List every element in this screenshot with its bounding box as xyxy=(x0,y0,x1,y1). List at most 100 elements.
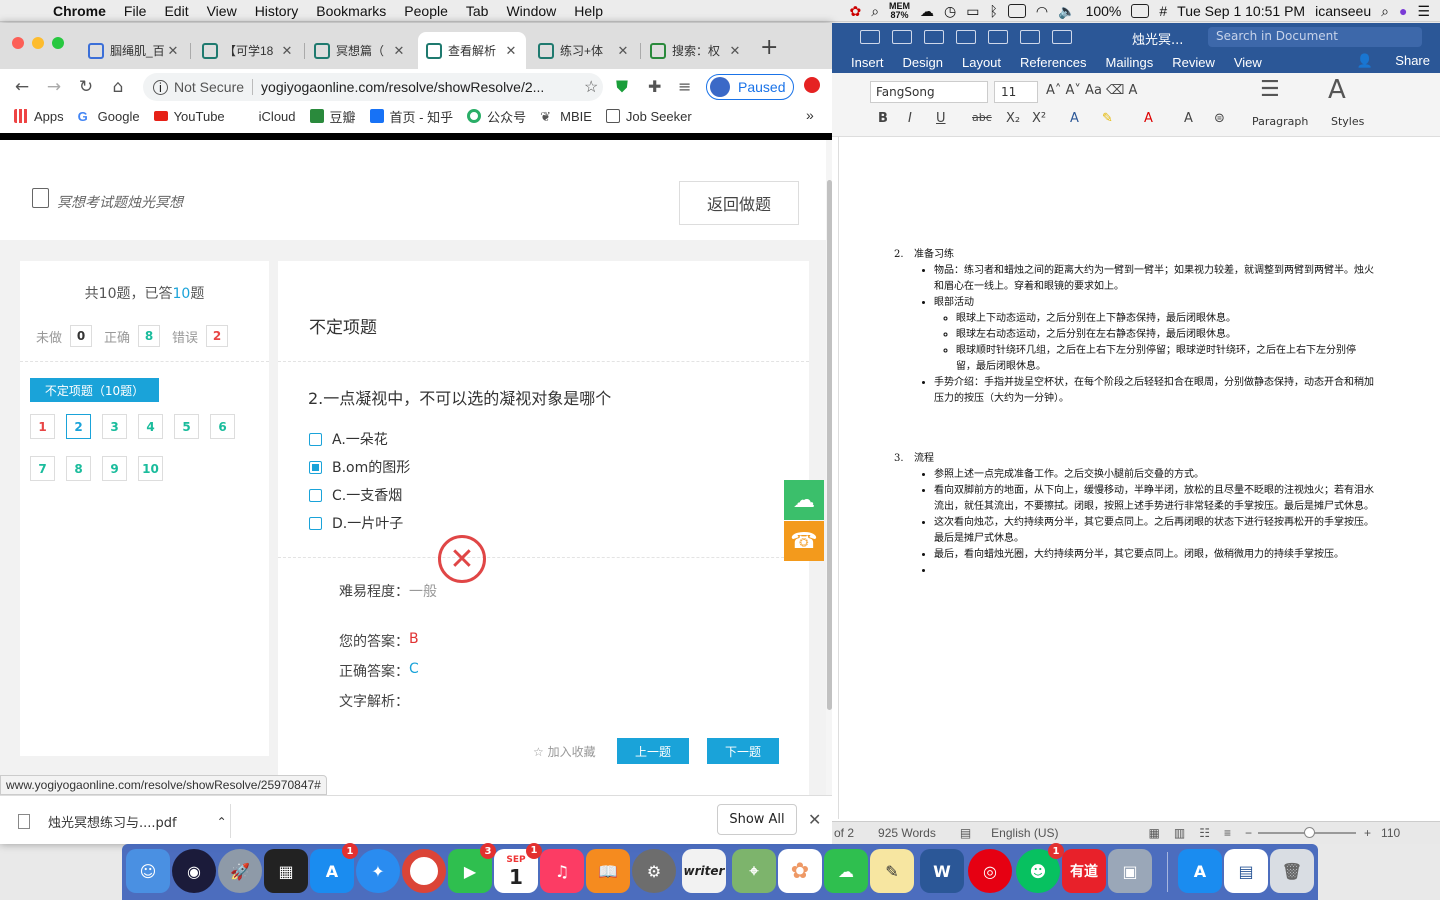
wechat-status-icon[interactable]: ☁ xyxy=(920,3,934,20)
menu-view[interactable]: View xyxy=(198,3,246,19)
word-icon[interactable]: W xyxy=(920,849,964,893)
books-icon[interactable]: 📖 xyxy=(586,849,630,893)
wechat-green-icon[interactable]: ☻ 1 xyxy=(1016,843,1064,893)
status-app-icon[interactable]: ✿ xyxy=(849,3,861,20)
option-a[interactable]: A.一朵花 xyxy=(309,429,388,449)
word-tab-review[interactable]: Review xyxy=(1172,55,1215,70)
bookmark-gongzhonghao[interactable]: 公众号 xyxy=(467,107,526,126)
menu-people[interactable]: People xyxy=(395,3,457,19)
menu-app-name[interactable]: Chrome xyxy=(44,3,115,19)
minimize-window-button[interactable] xyxy=(32,37,44,49)
paragraph-icon[interactable]: ☰ xyxy=(1260,77,1280,102)
save-icon[interactable] xyxy=(892,30,912,44)
question-number-5[interactable]: 5 xyxy=(174,414,199,439)
calendar-icon[interactable]: SEP 1 1 xyxy=(494,843,542,893)
checkbox-checked[interactable] xyxy=(309,460,322,474)
word-page[interactable]: 2. 准备习练 物品：练习者和蜡烛之间的距离大约为一臂到一臂半；如果视力较差，就调… xyxy=(838,137,1440,819)
show-all-downloads-button[interactable]: Show All xyxy=(717,804,797,835)
close-window-button[interactable] xyxy=(12,37,24,49)
superscript-icon[interactable]: X² xyxy=(1032,111,1046,126)
close-tab-icon[interactable]: ✕ xyxy=(504,43,518,59)
print-layout-icon[interactable]: ▦ xyxy=(1149,826,1160,840)
menu-window[interactable]: Window xyxy=(497,3,565,19)
reload-icon[interactable]: ↻ xyxy=(70,77,102,97)
siri-icon[interactable]: ◉ xyxy=(172,849,216,893)
draft-icon[interactable]: ≡ xyxy=(1224,826,1231,840)
system-preferences-icon[interactable]: ⚙ xyxy=(632,849,676,893)
home-icon[interactable]: ⌂ xyxy=(102,77,134,97)
back-to-quiz-button[interactable]: 返回做题 xyxy=(679,181,799,225)
word-tab-layout[interactable]: Layout xyxy=(962,55,1001,70)
netease-music-icon[interactable]: ◎ xyxy=(968,849,1012,893)
print-icon[interactable] xyxy=(988,30,1008,44)
memory-meter[interactable]: MEM 87% xyxy=(889,2,910,20)
back-arrow-icon[interactable]: ← xyxy=(6,77,38,97)
word-tab-view[interactable]: View xyxy=(1234,55,1262,70)
extensions-puzzle-icon[interactable]: ✚ xyxy=(648,77,661,96)
browser-tab[interactable]: 腘绳肌_百 ✕ xyxy=(80,32,188,69)
question-number-8[interactable]: 8 xyxy=(66,456,91,481)
wechat-float-button[interactable]: ☁ xyxy=(784,480,824,520)
redo-icon[interactable] xyxy=(956,30,976,44)
edit-icon[interactable] xyxy=(1020,30,1040,44)
word-tab-references[interactable]: References xyxy=(1020,55,1086,70)
styles-label[interactable]: Styles xyxy=(1331,115,1364,128)
time-machine-icon[interactable]: ◷ xyxy=(944,3,956,20)
browser-tab[interactable]: 【可学18 ✕ xyxy=(194,32,302,69)
italic-icon[interactable]: I xyxy=(908,111,912,126)
highlight-icon[interactable]: ✎ xyxy=(1102,111,1113,126)
menu-edit[interactable]: Edit xyxy=(155,3,197,19)
underline-icon[interactable]: U xyxy=(936,111,946,126)
menu-history[interactable]: History xyxy=(246,3,308,19)
adblock-shield-icon[interactable]: ⛊ xyxy=(616,77,628,97)
text-effects-icon[interactable]: A xyxy=(1070,111,1079,126)
word-tab-mailings[interactable]: Mailings xyxy=(1106,55,1154,70)
option-b[interactable]: B.om的图形 xyxy=(309,457,410,477)
menu-tab[interactable]: Tab xyxy=(457,3,498,19)
document-body[interactable]: 2. 准备习练 物品：练习者和蜡烛之间的距离大约为一臂到一臂半；如果视力较差，就调… xyxy=(894,247,1374,579)
proofing-icon[interactable]: ▤ xyxy=(960,826,971,840)
bluetooth-icon[interactable]: ᛒ xyxy=(990,3,998,19)
textedit-icon[interactable]: ✎ xyxy=(870,849,914,893)
photos-icon[interactable]: ✿ xyxy=(778,849,822,893)
bold-icon[interactable]: B xyxy=(878,111,888,126)
zoom-out-button[interactable]: − xyxy=(1245,826,1252,840)
safari-icon[interactable]: ✦ xyxy=(356,849,400,893)
close-tab-icon[interactable]: ✕ xyxy=(280,43,294,59)
question-number-10[interactable]: 10 xyxy=(138,456,163,481)
zoom-window-button[interactable] xyxy=(52,37,64,49)
close-tab-icon[interactable]: ✕ xyxy=(728,43,742,59)
question-number-2[interactable]: 2 xyxy=(66,414,91,439)
web-layout-icon[interactable]: ▥ xyxy=(1174,826,1185,840)
phone-float-button[interactable]: ☎ xyxy=(784,521,824,561)
menu-help[interactable]: Help xyxy=(565,3,612,19)
question-number-1[interactable]: 1 xyxy=(30,414,55,439)
outline-icon[interactable]: ☷ xyxy=(1199,826,1210,840)
paragraph-label[interactable]: Paragraph xyxy=(1252,115,1308,128)
browser-tab[interactable]: 练习+体 ✕ xyxy=(530,32,638,69)
font-size-select[interactable]: 11 xyxy=(994,81,1038,103)
close-download-shelf-icon[interactable]: ✕ xyxy=(808,810,821,829)
wechat-icon[interactable]: ☁ xyxy=(824,849,868,893)
question-section-button[interactable]: 不定项题（10题） xyxy=(30,378,159,402)
maps-icon[interactable]: ⌖ xyxy=(732,849,776,893)
volume-icon[interactable]: 🔈 xyxy=(1058,3,1075,20)
phonetic-icon[interactable]: ⊜ xyxy=(1214,111,1225,126)
prev-question-button[interactable]: 上一题 xyxy=(617,738,689,764)
word-search-input[interactable]: Search in Document xyxy=(1208,27,1422,47)
word-count[interactable]: 925 Words xyxy=(878,826,936,840)
question-number-6[interactable]: 6 xyxy=(210,414,235,439)
bookmark-mbie[interactable]: ❦ MBIE xyxy=(540,109,592,125)
close-tab-icon[interactable]: ✕ xyxy=(392,43,406,59)
styles-icon[interactable]: A xyxy=(1328,75,1346,105)
not-secure-label[interactable]: Not Secure xyxy=(174,79,244,95)
siri-icon[interactable]: ● xyxy=(1399,3,1407,19)
download-item[interactable]: 烛光冥想练习与....pdf ⌃ xyxy=(18,812,227,831)
share-button[interactable]: 👤 Share xyxy=(1356,53,1430,69)
layout-icon[interactable] xyxy=(1052,30,1072,44)
bookmark-google[interactable]: G Google xyxy=(78,109,140,125)
launchpad-icon[interactable]: 🚀 xyxy=(218,849,262,893)
checkbox[interactable] xyxy=(309,432,322,446)
wifi-icon[interactable]: ◠ xyxy=(1036,3,1048,20)
airplay-icon[interactable]: ▭ xyxy=(966,3,979,20)
